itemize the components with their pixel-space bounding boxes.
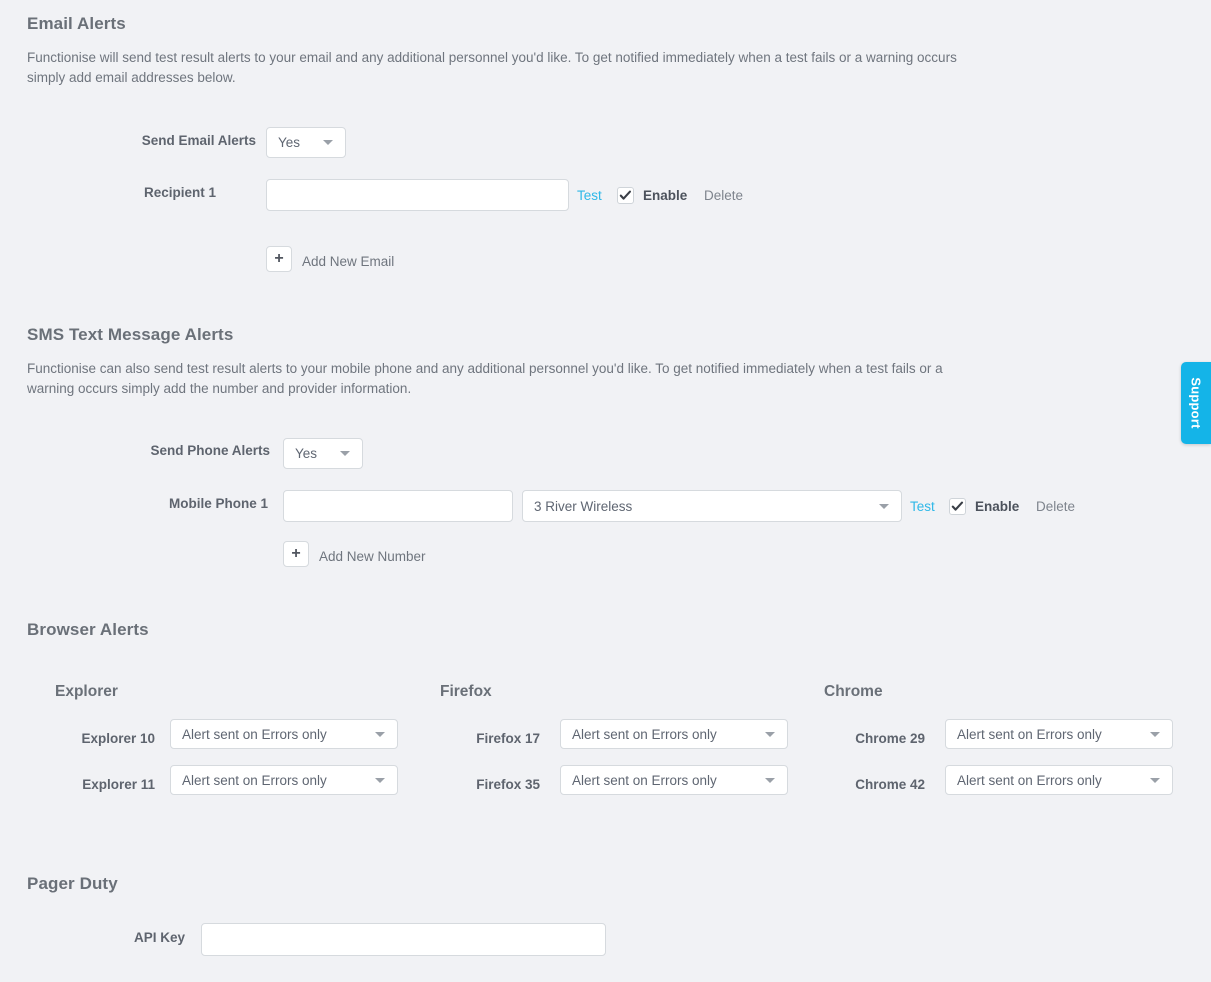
sms-enable-label[interactable]: Enable [975,499,1019,514]
browser-select-value: Alert sent on Errors only [957,726,1102,742]
browser-row-label-explorer-10: Explorer 10 [81,731,155,746]
alerts-settings-page: Email Alerts Functionise will send test … [0,0,1211,982]
chevron-down-icon [323,140,333,145]
chevron-down-icon [1150,777,1160,783]
browser-row-label-firefox-17: Firefox 17 [476,731,540,746]
send-email-alerts-value: Yes [278,135,301,150]
pager-duty-heading: Pager Duty [27,874,118,893]
sms-delete-link[interactable]: Delete [1036,499,1075,514]
browser-select-firefox-35[interactable]: Alert sent on Errors only [560,765,788,795]
browser-row-label-explorer-11: Explorer 11 [82,777,155,792]
api-key-input[interactable] [201,923,606,956]
email-enable-checkbox[interactable] [617,187,634,204]
plus-icon: + [291,545,301,562]
browser-row-label-chrome-42: Chrome 42 [855,777,925,792]
sms-enable-checkbox[interactable] [949,498,966,515]
browser-select-explorer-10[interactable]: Alert sent on Errors only [170,719,398,749]
browser-column-title-explorer: Explorer [55,683,118,700]
browser-alerts-heading: Browser Alerts [27,620,149,639]
send-phone-alerts-select[interactable]: Yes [283,438,363,469]
email-test-link[interactable]: Test [577,188,602,203]
email-alerts-heading: Email Alerts [27,14,126,33]
email-enable-label[interactable]: Enable [643,188,687,203]
add-new-number-button[interactable]: + [283,541,309,567]
chevron-down-icon [375,777,385,783]
mobile-phone-1-input[interactable] [283,490,513,522]
send-phone-alerts-label: Send Phone Alerts [150,443,270,458]
browser-select-value: Alert sent on Errors only [182,726,327,742]
recipient-1-input[interactable] [266,179,569,211]
chevron-down-icon [1150,731,1160,737]
mobile-phone-1-label: Mobile Phone 1 [168,496,268,511]
mobile-provider-value: 3 River Wireless [534,498,633,514]
browser-select-value: Alert sent on Errors only [957,772,1102,788]
browser-column-title-firefox: Firefox [440,683,492,700]
sms-alerts-heading: SMS Text Message Alerts [27,325,234,344]
browser-column-title-chrome: Chrome [824,683,883,700]
mobile-provider-select[interactable]: 3 River Wireless [522,490,902,522]
email-delete-link[interactable]: Delete [704,188,743,203]
chevron-down-icon [375,731,385,737]
send-email-alerts-select[interactable]: Yes [266,127,346,158]
plus-icon: + [274,250,284,267]
browser-select-value: Alert sent on Errors only [182,772,327,788]
browser-select-value: Alert sent on Errors only [572,772,717,788]
add-new-email-button[interactable]: + [266,246,292,272]
browser-row-label-chrome-29: Chrome 29 [855,731,925,746]
browser-select-explorer-11[interactable]: Alert sent on Errors only [170,765,398,795]
send-email-alerts-label: Send Email Alerts [141,133,256,148]
send-phone-alerts-value: Yes [295,446,318,461]
browser-select-value: Alert sent on Errors only [572,726,717,742]
browser-select-chrome-29[interactable]: Alert sent on Errors only [945,719,1173,749]
browser-row-label-firefox-35: Firefox 35 [476,777,540,792]
support-tab[interactable]: Support [1181,362,1211,444]
browser-select-firefox-17[interactable]: Alert sent on Errors only [560,719,788,749]
recipient-1-label: Recipient 1 [143,185,216,200]
sms-alerts-description: Functionise can also send test result al… [27,361,943,396]
add-new-number-label[interactable]: Add New Number [319,549,426,564]
email-alerts-description: Functionise will send test result alerts… [27,50,957,85]
chevron-down-icon [340,451,350,456]
browser-select-chrome-42[interactable]: Alert sent on Errors only [945,765,1173,795]
add-new-email-label[interactable]: Add New Email [302,254,394,269]
support-tab-label: Support [1188,377,1204,429]
sms-test-link[interactable]: Test [910,499,935,514]
api-key-label: API Key [133,930,185,945]
chevron-down-icon [879,503,889,509]
